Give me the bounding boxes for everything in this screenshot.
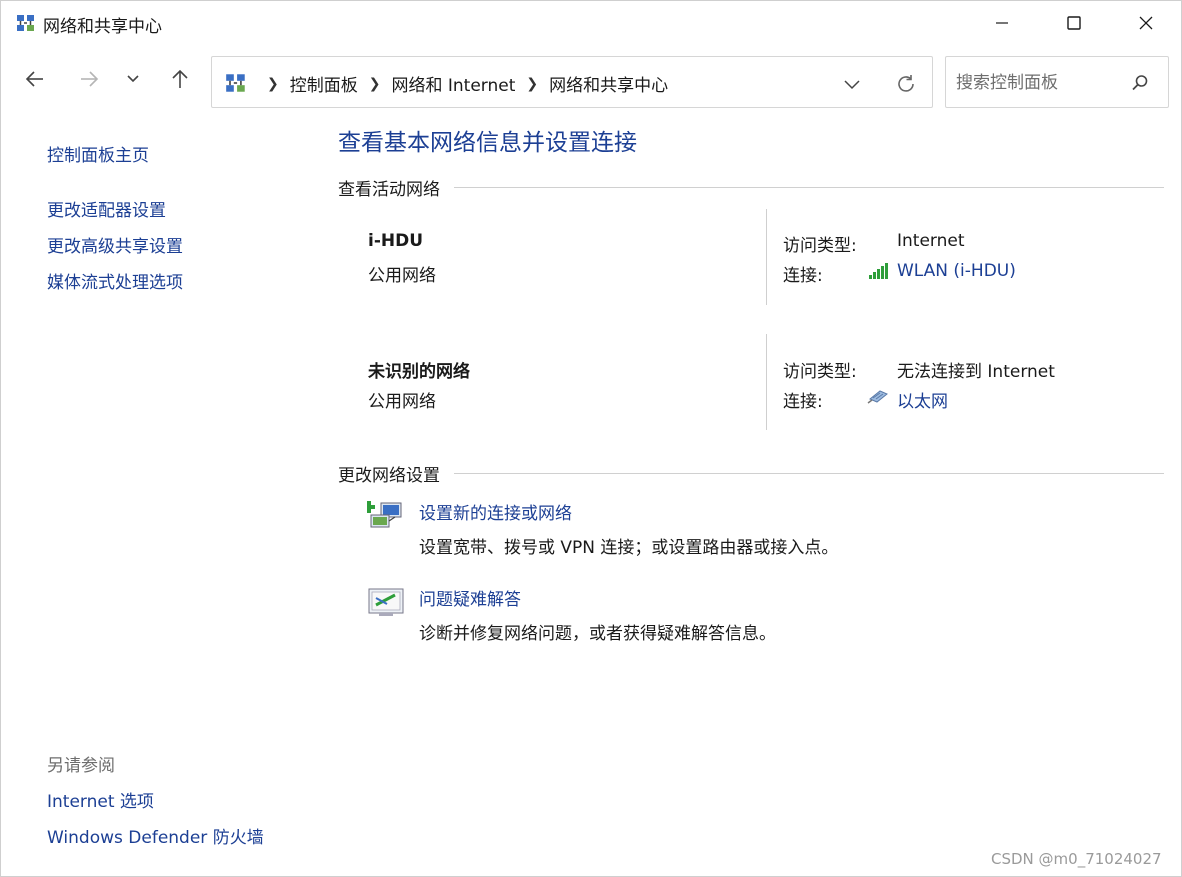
- network-name: 未识别的网络: [368, 362, 470, 382]
- access-type-value: 无法连接到 Internet: [897, 362, 1055, 382]
- change-settings-heading: 更改网络设置: [338, 466, 440, 486]
- minimize-icon: [996, 22, 1008, 24]
- task-link-troubleshoot[interactable]: 问题疑难解答: [419, 585, 521, 610]
- network-category[interactable]: 公用网络: [368, 387, 436, 412]
- chevron-right-icon[interactable]: ❯: [369, 76, 381, 92]
- forward-button[interactable]: [71, 61, 107, 97]
- arrow-up-icon: [172, 69, 188, 88]
- window-title: 网络和共享中心: [43, 17, 162, 37]
- navigation-bar: ❯ 控制面板 ❯ 网络和 Internet ❯ 网络和共享中心: [1, 47, 1181, 115]
- back-button[interactable]: [17, 61, 53, 97]
- connection-label: 连接:: [783, 266, 823, 286]
- title-bar: 网络和共享中心: [1, 1, 1181, 47]
- network-divider: [766, 334, 767, 430]
- network-sharing-center-window: 网络和共享中心 ❯ 控制面板 ❯ 网络和 Internet ❯ 网络和共享中心 …: [0, 0, 1182, 877]
- connection-link-ethernet[interactable]: 以太网: [897, 387, 948, 412]
- address-bar[interactable]: ❯ 控制面板 ❯ 网络和 Internet ❯ 网络和共享中心: [211, 56, 933, 108]
- chevron-down-icon: [844, 80, 860, 90]
- chevron-right-icon[interactable]: ❯: [526, 76, 538, 92]
- sidebar-link-internet-options[interactable]: Internet 选项: [47, 787, 154, 812]
- breadcrumb-network-sharing-center[interactable]: 网络和共享中心: [549, 71, 668, 96]
- network-center-icon: [17, 15, 34, 31]
- sidebar-link-control-panel-home[interactable]: 控制面板主页: [47, 141, 149, 166]
- arrow-right-icon: [81, 71, 99, 87]
- ethernet-icon: [867, 390, 888, 404]
- refresh-button[interactable]: [892, 70, 920, 98]
- recent-locations-button[interactable]: [115, 61, 151, 97]
- breadcrumb-control-panel[interactable]: 控制面板: [290, 71, 358, 96]
- arrow-left-icon: [25, 71, 43, 87]
- main-content: 查看基本网络信息并设置连接 查看活动网络 i-HDU 公用网络 访问类型: In…: [321, 115, 1181, 875]
- chevron-down-icon: [127, 75, 139, 83]
- task-link-setup-connection[interactable]: 设置新的连接或网络: [419, 499, 572, 524]
- breadcrumb-network-internet[interactable]: 网络和 Internet: [391, 71, 515, 96]
- minimize-button[interactable]: [967, 1, 1037, 45]
- troubleshoot-icon: [368, 588, 404, 616]
- active-networks-heading: 查看活动网络: [338, 180, 440, 200]
- maximize-button[interactable]: [1039, 1, 1109, 45]
- search-input[interactable]: [956, 69, 1126, 97]
- network-name: i-HDU: [368, 231, 424, 251]
- network-divider: [766, 209, 767, 305]
- network-category[interactable]: 公用网络: [368, 261, 436, 286]
- access-type-label: 访问类型:: [783, 236, 857, 256]
- up-button[interactable]: [162, 61, 198, 97]
- close-icon: [1139, 16, 1153, 30]
- search-icon[interactable]: [1128, 71, 1152, 95]
- section-divider: [454, 187, 1164, 188]
- task-description: 设置宽带、拨号或 VPN 连接；或设置路由器或接入点。: [419, 538, 839, 558]
- connection-label: 连接:: [783, 392, 823, 412]
- watermark: CSDN @m0_71024027: [991, 850, 1162, 868]
- refresh-icon: [898, 75, 914, 92]
- sidebar: 控制面板主页 更改适配器设置 更改高级共享设置 媒体流式处理选项 另请参阅 In…: [1, 115, 321, 875]
- search-box[interactable]: [945, 56, 1169, 108]
- access-type-value: Internet: [897, 231, 965, 251]
- close-button[interactable]: [1111, 1, 1181, 45]
- section-divider: [454, 473, 1164, 474]
- sidebar-link-adapter-settings[interactable]: 更改适配器设置: [47, 196, 166, 221]
- new-connection-icon: [367, 501, 402, 528]
- address-history-button[interactable]: [838, 70, 866, 98]
- task-description: 诊断并修复网络问题，或者获得疑难解答信息。: [419, 624, 776, 644]
- sidebar-link-media-streaming[interactable]: 媒体流式处理选项: [47, 268, 183, 293]
- network-center-icon: [226, 74, 245, 92]
- access-type-label: 访问类型:: [783, 362, 857, 382]
- chevron-right-icon: ❯: [267, 75, 279, 92]
- sidebar-link-advanced-sharing[interactable]: 更改高级共享设置: [47, 232, 183, 257]
- breadcrumb: ❯ 控制面板 ❯ 网络和 Internet ❯ 网络和共享中心: [256, 71, 668, 97]
- page-title: 查看基本网络信息并设置连接: [338, 130, 637, 156]
- see-also-heading: 另请参阅: [47, 756, 115, 776]
- sidebar-link-defender-firewall[interactable]: Windows Defender 防火墙: [47, 823, 264, 848]
- maximize-icon: [1067, 16, 1081, 30]
- wifi-signal-icon: [869, 263, 888, 279]
- connection-link-wlan[interactable]: WLAN (i-HDU): [897, 261, 1016, 281]
